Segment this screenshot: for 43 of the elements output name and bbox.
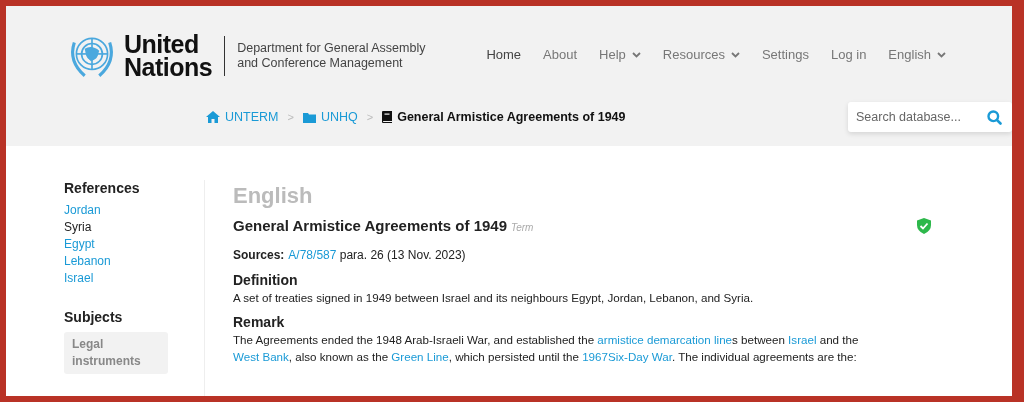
remark-link[interactable]: 1967Six-Day War bbox=[582, 350, 672, 363]
remark-link[interactable]: Green Line bbox=[391, 350, 449, 363]
logo-text: Nations bbox=[124, 56, 213, 79]
reference-link[interactable]: Jordan bbox=[64, 202, 101, 219]
folder-icon bbox=[302, 111, 316, 123]
nav-link[interactable]: Home bbox=[486, 47, 522, 62]
language-heading: English bbox=[233, 183, 314, 209]
remark-heading: Remark bbox=[233, 314, 286, 330]
source-link[interactable]: A/78/587 bbox=[288, 248, 337, 262]
breadcrumb-separator: > bbox=[366, 111, 374, 123]
definition-heading: Definition bbox=[233, 272, 299, 288]
department-name: Department for General Assembly bbox=[237, 41, 426, 56]
nav-link[interactable]: Settings bbox=[761, 47, 809, 62]
subjects-heading: Subjects bbox=[64, 309, 123, 325]
book-icon bbox=[382, 111, 393, 123]
nav-link[interactable]: English bbox=[888, 47, 946, 62]
nav-link[interactable]: Resources bbox=[662, 47, 740, 62]
search-field[interactable]: Search database... bbox=[848, 102, 1012, 132]
department-name: and Conference Management bbox=[237, 56, 404, 71]
breadcrumb-link[interactable]: UNTERM bbox=[225, 110, 279, 124]
nav-link[interactable]: About bbox=[543, 47, 578, 62]
breadcrumb-separator: > bbox=[287, 111, 294, 123]
reference-link[interactable]: Egypt bbox=[64, 236, 95, 253]
reference-text: Syria bbox=[64, 219, 92, 236]
remark-text: The Agreements ended the 1948 Arab-Israeli War, and established the armistice demarcation lines between Israel and the West Bank, also known as the Green Line, which persisted until the 1967Six-Day War. The individual agreements are the: bbox=[233, 332, 860, 365]
home-icon bbox=[206, 111, 220, 123]
breadcrumb-current: General Armistice Agreements of 1949 bbox=[397, 110, 626, 124]
term-title: General Armistice Agreements of 1949 bbox=[233, 217, 507, 234]
definition-text: A set of treaties signed in 1949 between Israel and its neighbours Egypt, Jordan, Lebanon, and Syria. bbox=[233, 290, 755, 306]
logo-text: United bbox=[124, 33, 199, 56]
reference-link[interactable]: Lebanon bbox=[64, 253, 111, 270]
sources-line: Sources: A/78/587 para. 26 (13 Nov. 2023) bbox=[233, 248, 467, 262]
remark-link[interactable]: armistice demarcation line bbox=[597, 333, 733, 346]
nav-link[interactable]: Log in bbox=[830, 47, 867, 62]
nav-link[interactable]: Help bbox=[599, 47, 641, 62]
remark-link[interactable]: Israel bbox=[788, 333, 817, 346]
reference-link[interactable]: Israel bbox=[64, 270, 94, 287]
subject-tag[interactable]: Legal instruments bbox=[64, 332, 168, 374]
breadcrumb-link[interactable]: UNHQ bbox=[320, 110, 358, 124]
remark-link[interactable]: West Bank bbox=[233, 350, 289, 363]
term-type: Term bbox=[511, 222, 534, 233]
references-heading: References bbox=[64, 180, 140, 196]
search-icon[interactable] bbox=[987, 110, 1002, 125]
